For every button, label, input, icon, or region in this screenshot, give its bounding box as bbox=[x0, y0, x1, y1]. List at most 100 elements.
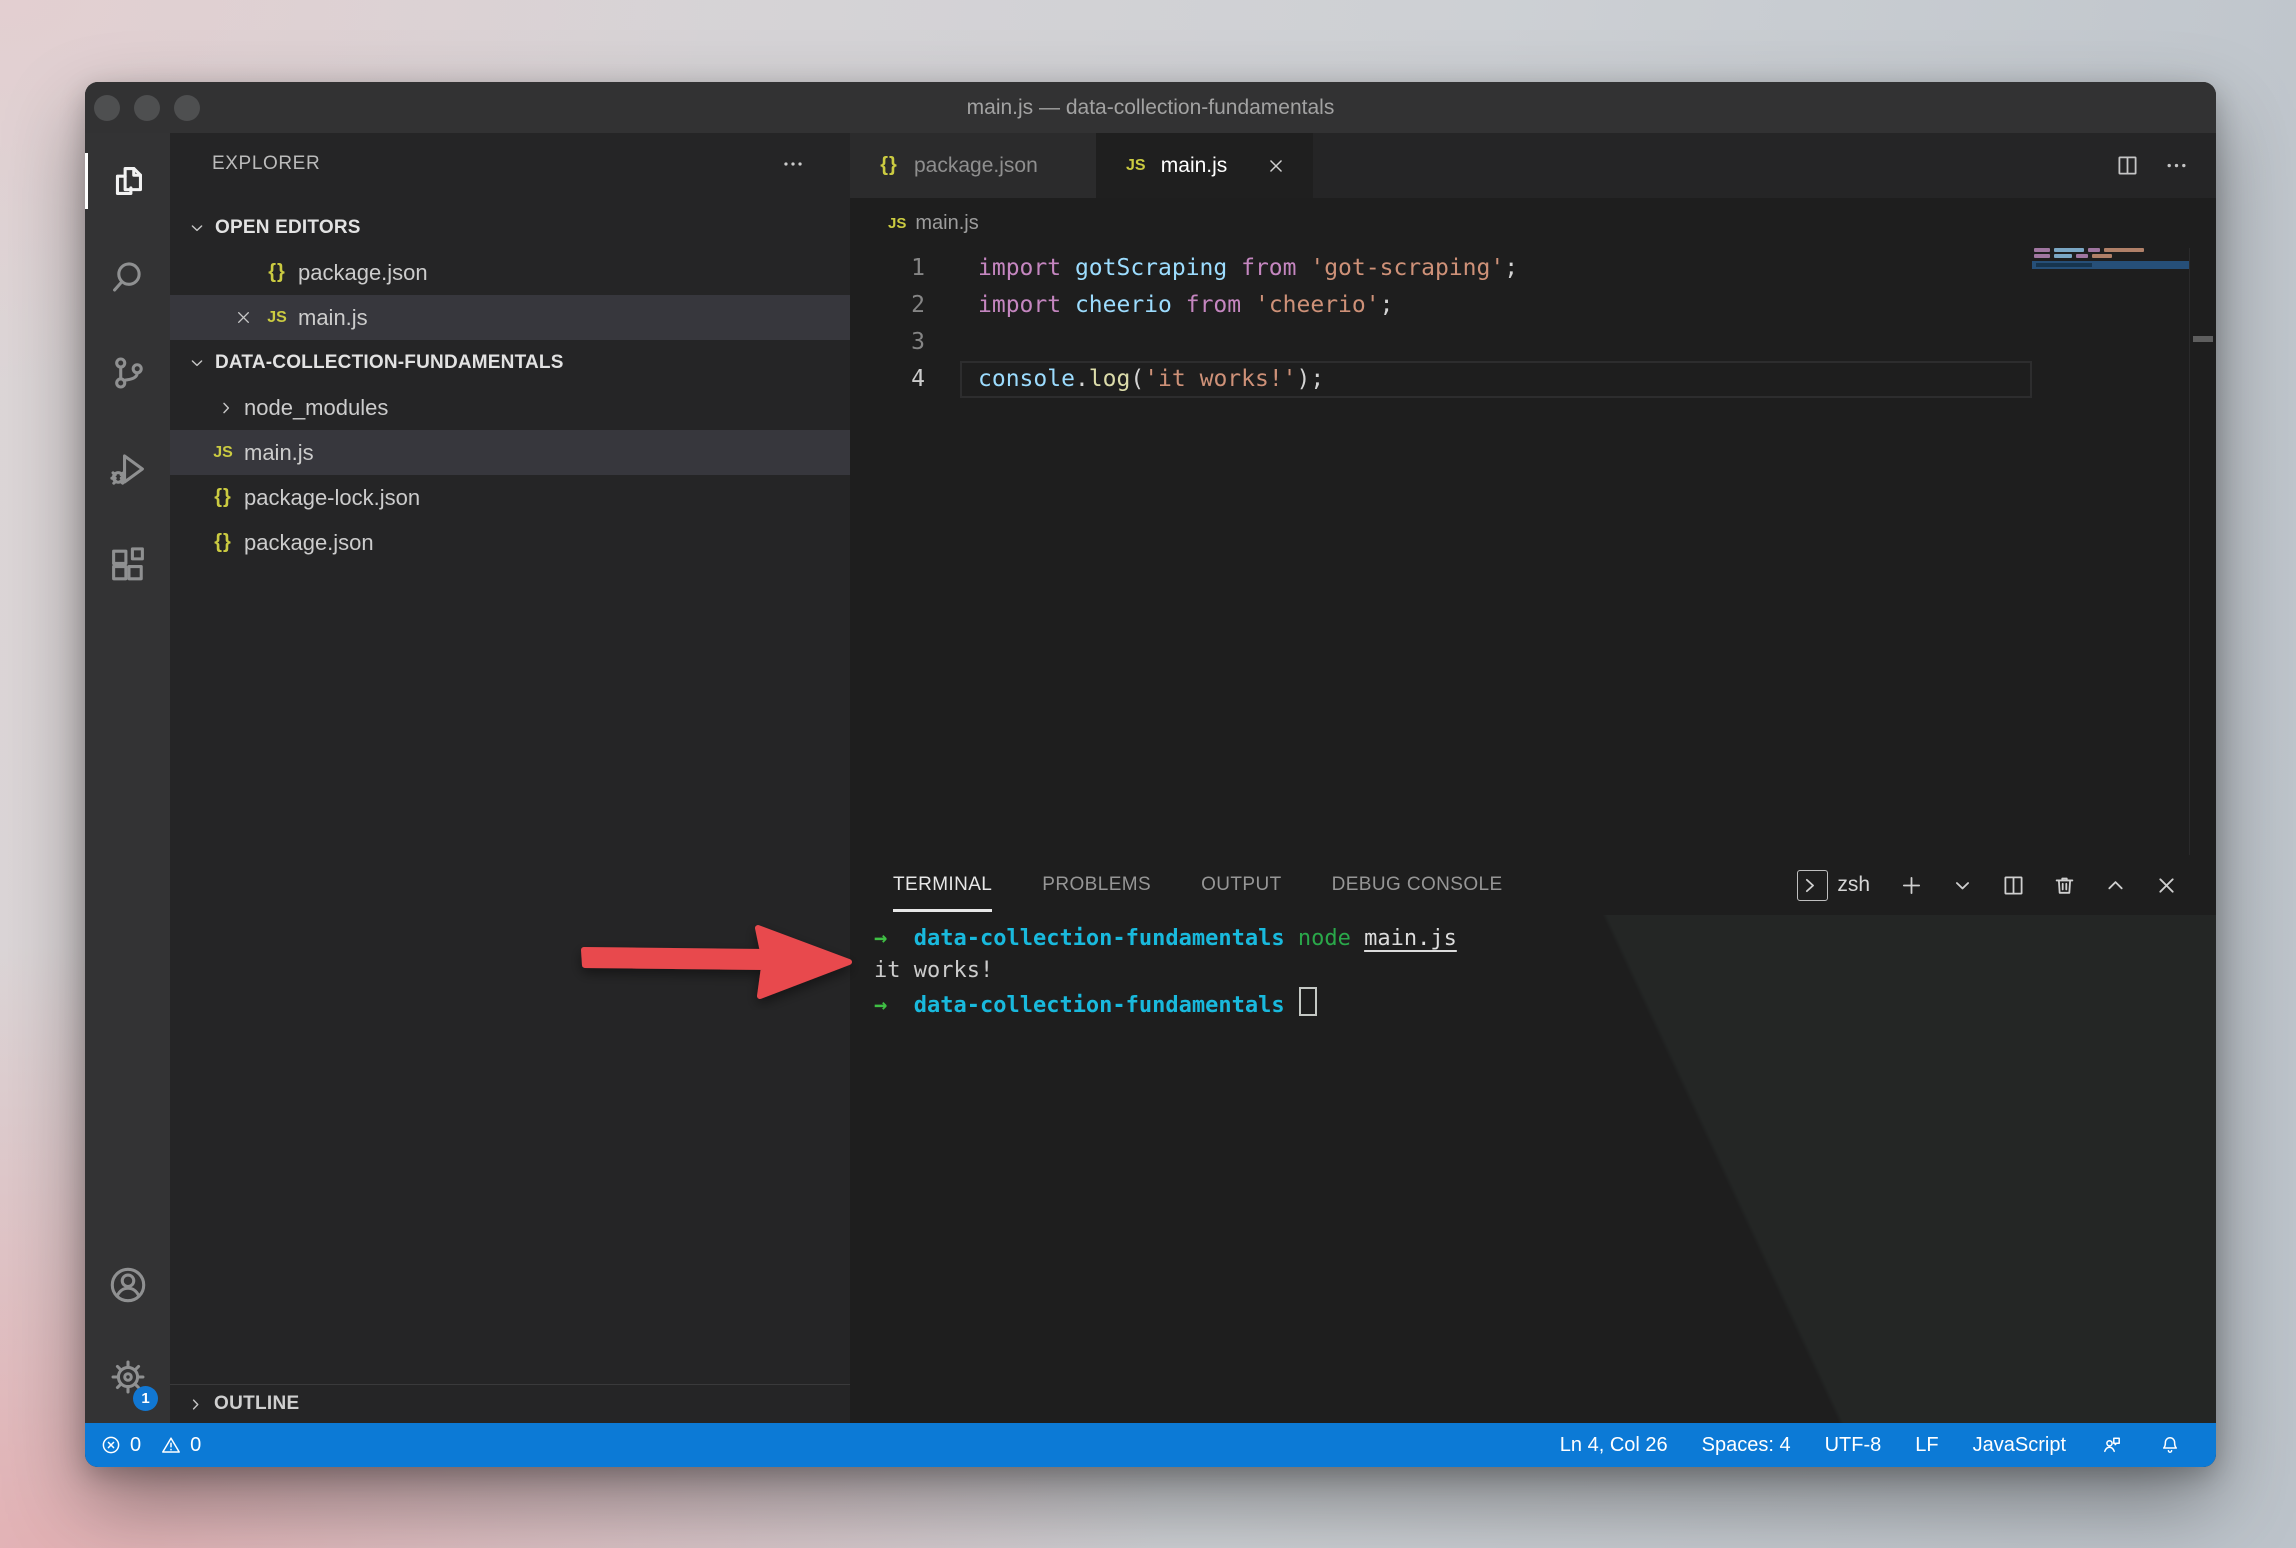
breadcrumb[interactable]: JS main.js bbox=[850, 198, 2216, 248]
json-file-icon: {} bbox=[262, 261, 292, 284]
new-terminal-icon[interactable] bbox=[1898, 872, 1925, 899]
sidebar-header: EXPLORER bbox=[170, 133, 850, 195]
section-header[interactable]: DATA-COLLECTION-FUNDAMENTALS bbox=[170, 340, 850, 385]
json-file-icon: {} bbox=[874, 154, 904, 177]
explorer-more-actions-icon[interactable] bbox=[780, 151, 806, 177]
window-title: main.js — data-collection-fundamentals bbox=[85, 96, 2216, 120]
line-number: 3 bbox=[850, 324, 925, 361]
bell-icon bbox=[2158, 1433, 2182, 1457]
tab-package.json[interactable]: {} package.json bbox=[850, 133, 1097, 198]
minimap-current-line bbox=[2032, 261, 2190, 269]
chevron-down-icon bbox=[185, 352, 209, 374]
titlebar[interactable]: main.js — data-collection-fundamentals bbox=[85, 82, 2216, 133]
line-number: 1 bbox=[850, 250, 925, 287]
terminal-cursor bbox=[1299, 987, 1317, 1016]
editor-group: {} package.json JS main.js JS main.js 1 im… bbox=[850, 133, 2216, 1423]
code-line-4: 4 console.log('it works!'); bbox=[850, 361, 2216, 398]
open-editor-package.json[interactable]: {} package.json bbox=[170, 250, 850, 295]
chevron-up-icon[interactable] bbox=[2102, 872, 2129, 899]
desktop-background: main.js — data-collection-fundamentals 1… bbox=[0, 0, 2296, 1548]
panel-tab-PROBLEMS[interactable]: PROBLEMS bbox=[1042, 855, 1151, 915]
more-actions-icon[interactable] bbox=[2163, 152, 2190, 179]
activity-bar-extensions[interactable] bbox=[85, 517, 170, 613]
split-terminal-icon[interactable] bbox=[2000, 872, 2027, 899]
close-icon[interactable] bbox=[1265, 155, 1287, 177]
vscode-window: main.js — data-collection-fundamentals 1… bbox=[85, 82, 2216, 1467]
activity-bar-source-control[interactable] bbox=[85, 325, 170, 421]
breadcrumb-file: main.js bbox=[915, 212, 978, 235]
feedback-icon bbox=[2100, 1433, 2124, 1457]
tab-label: package.json bbox=[914, 154, 1038, 178]
section-label: DATA-COLLECTION-FUNDAMENTALS bbox=[215, 352, 564, 374]
zoom-window-button[interactable] bbox=[174, 95, 200, 121]
minimap[interactable] bbox=[2032, 248, 2190, 855]
settings-badge: 1 bbox=[133, 1386, 158, 1411]
close-window-button[interactable] bbox=[94, 95, 120, 121]
split-editor-icon[interactable] bbox=[2114, 152, 2141, 179]
chevron-right-icon bbox=[214, 397, 238, 419]
code-line-3: 3 bbox=[850, 324, 2216, 361]
section-header[interactable]: OPEN EDITORS bbox=[170, 205, 850, 250]
outline-section-header[interactable]: OUTLINE bbox=[170, 1384, 850, 1423]
close-panel-icon[interactable] bbox=[2153, 872, 2180, 899]
panel-tab-OUTPUT[interactable]: OUTPUT bbox=[1201, 855, 1282, 915]
sidebar-explorer: EXPLORER OPEN EDITORS {} package.json JS m… bbox=[170, 133, 850, 1423]
panel-header: TERMINAL PROBLEMS OUTPUT DEBUG CONSOLE zsh bbox=[850, 855, 2216, 915]
status-cursor-position[interactable]: Ln 4, Col 26 bbox=[1560, 1434, 1668, 1457]
shell-name: zsh bbox=[1837, 873, 1870, 897]
chevron-down-icon bbox=[185, 217, 209, 239]
js-file-icon: JS bbox=[1121, 157, 1151, 175]
status-notifications[interactable] bbox=[2158, 1433, 2182, 1457]
status-errors[interactable]: 0 bbox=[99, 1433, 141, 1457]
terminal-line: it works! bbox=[874, 955, 2216, 987]
status-feedback[interactable] bbox=[2100, 1433, 2124, 1457]
activity-bar-search[interactable] bbox=[85, 229, 170, 325]
warning-icon bbox=[159, 1433, 183, 1457]
minimize-window-button[interactable] bbox=[134, 95, 160, 121]
tree-file-main.js[interactable]: JS main.js bbox=[170, 430, 850, 475]
code-line-2: 2 import cheerio from 'cheerio'; bbox=[850, 287, 2216, 324]
line-number: 2 bbox=[850, 287, 925, 324]
json-file-icon: {} bbox=[208, 486, 238, 509]
tree-file-package.json[interactable]: {}package.json bbox=[170, 520, 850, 565]
code-editor[interactable]: 1 import gotScraping from 'got-scraping'… bbox=[850, 248, 2216, 855]
terminal-profile[interactable]: zsh bbox=[1797, 870, 1870, 901]
tab-label: main.js bbox=[1161, 154, 1228, 178]
scrollbar-thumb[interactable] bbox=[2193, 336, 2213, 342]
js-file-icon: JS bbox=[262, 309, 292, 327]
file-label: main.js bbox=[244, 440, 314, 466]
open-editor-main.js[interactable]: JSmain.js bbox=[170, 295, 850, 340]
activity-bar-run-debug[interactable] bbox=[85, 421, 170, 517]
chevron-down-icon[interactable] bbox=[1949, 872, 1976, 899]
status-eol[interactable]: LF bbox=[1915, 1434, 1938, 1457]
status-encoding[interactable]: UTF-8 bbox=[1825, 1434, 1882, 1457]
section-label: OPEN EDITORS bbox=[215, 217, 361, 239]
terminal-output[interactable]: → data-collection-fundamentals node main… bbox=[850, 915, 2216, 1423]
status-language-mode[interactable]: JavaScript bbox=[1973, 1434, 2066, 1457]
panel-tab-DEBUG CONSOLE[interactable]: DEBUG CONSOLE bbox=[1332, 855, 1503, 915]
status-warnings[interactable]: 0 bbox=[159, 1433, 201, 1457]
code-line-1: 1 import gotScraping from 'got-scraping'… bbox=[850, 250, 2216, 287]
account-icon bbox=[105, 1262, 151, 1308]
file-label: package-lock.json bbox=[244, 485, 420, 511]
tree-file-package-lock.json[interactable]: {} package-lock.json bbox=[170, 475, 850, 520]
tree-folder-node_modules[interactable]: node_modules bbox=[170, 385, 850, 430]
activity-bar-settings[interactable]: 1 bbox=[85, 1331, 170, 1423]
activity-bar: 1 bbox=[85, 133, 170, 1423]
activity-bar-explorer[interactable] bbox=[85, 133, 170, 229]
status-indentation[interactable]: Spaces: 4 bbox=[1702, 1434, 1791, 1457]
chevron-right-icon bbox=[185, 1394, 206, 1415]
run-debug-icon bbox=[105, 446, 151, 492]
terminal-line: → data-collection-fundamentals node main… bbox=[874, 923, 2216, 955]
close-icon[interactable] bbox=[228, 307, 258, 328]
editor-scrollbar[interactable] bbox=[2189, 248, 2216, 855]
activity-bar-account[interactable] bbox=[85, 1239, 170, 1331]
outline-label: OUTLINE bbox=[214, 1393, 300, 1415]
panel-tab-TERMINAL[interactable]: TERMINAL bbox=[893, 855, 992, 915]
js-file-icon: JS bbox=[208, 444, 238, 462]
terminal-icon bbox=[1797, 870, 1828, 901]
file-label: package.json bbox=[244, 530, 374, 556]
kill-terminal-icon[interactable] bbox=[2051, 872, 2078, 899]
tab-main.js[interactable]: JS main.js bbox=[1097, 133, 1314, 198]
file-label: package.json bbox=[298, 260, 428, 286]
